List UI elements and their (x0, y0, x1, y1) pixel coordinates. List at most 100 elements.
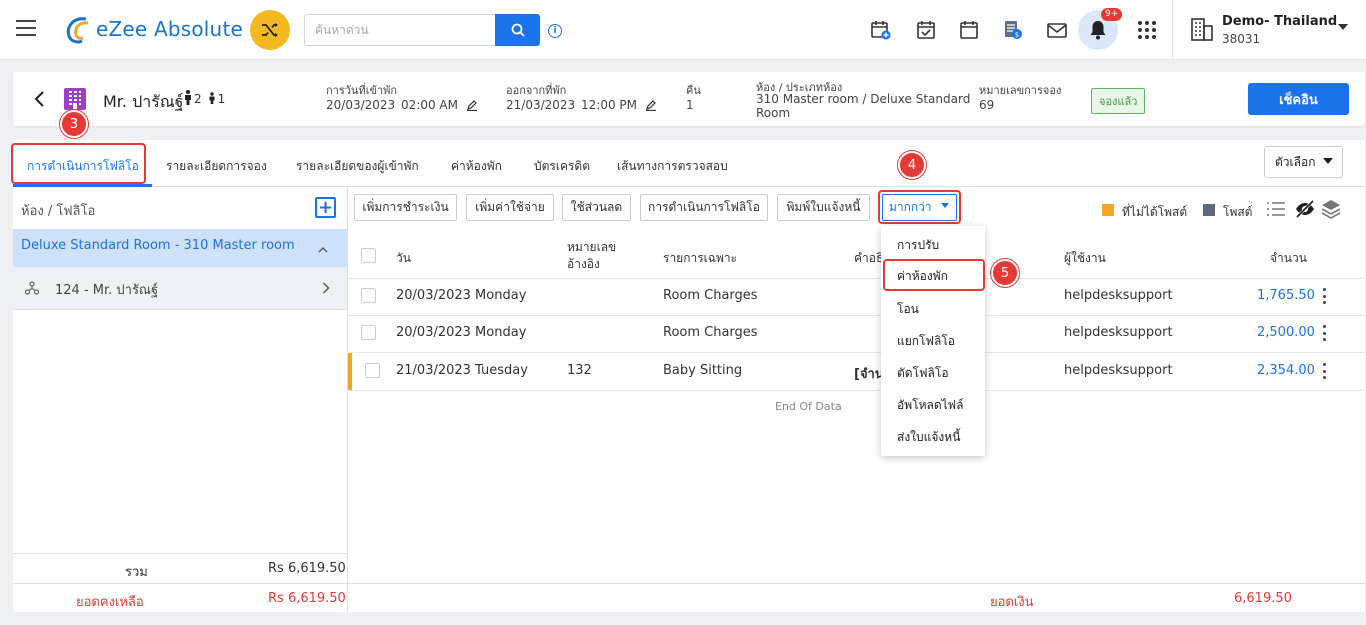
row-particulars: Room Charges (663, 288, 758, 303)
row-date: 20/03/2023 Monday (396, 288, 527, 303)
checkout-datetime[interactable]: 21/03/2023 12:00 PM (506, 98, 657, 112)
active-tab-indicator (13, 184, 152, 187)
row-user: helpdesksupport (1064, 325, 1173, 340)
layers-icon[interactable] (1321, 198, 1341, 224)
row-checkbox[interactable] (361, 325, 376, 340)
menu-item-adjustment[interactable]: การปรับ (897, 236, 939, 255)
checkout-time: 12:00 PM (581, 98, 637, 112)
checkin-button[interactable]: เช็คอิน (1248, 83, 1349, 115)
row-particulars: Room Charges (663, 325, 758, 340)
calendar-icon[interactable] (958, 19, 980, 41)
room-name: Deluxe Standard Room - 310 Master room (21, 238, 295, 253)
column-header-description: คำอธิ (854, 251, 884, 265)
edit-pencil-icon (466, 100, 477, 111)
calendar-check-icon[interactable] (915, 19, 937, 41)
posted-legend-swatch (1203, 204, 1215, 216)
chevron-up-icon[interactable] (318, 244, 328, 254)
status-badge: จองแล้ว (1091, 88, 1146, 114)
divider (1172, 0, 1173, 60)
app-name: eZee Absolute (96, 17, 243, 41)
shuffle-button[interactable] (250, 10, 290, 50)
svg-text:$: $ (1015, 31, 1019, 39)
print-invoice-button[interactable]: พิมพ์ใบแจ้งหนี้ (777, 194, 870, 221)
row-user: helpdesksupport (1064, 363, 1173, 378)
tab-room-charges[interactable]: ค่าห้องพัก (451, 157, 502, 176)
folio-tree-icon (24, 281, 40, 295)
add-payment-button[interactable]: เพิ่มการชำระเงิน (354, 194, 457, 221)
search-button[interactable] (495, 14, 540, 46)
menu-item-cut-folio[interactable]: ตัดโฟลิโอ (897, 364, 949, 383)
menu-item-send-invoice[interactable]: ส่งใบแจ้งหนี้ (897, 428, 960, 447)
menu-item-transfer[interactable]: โอน (897, 300, 919, 319)
divider (348, 583, 1365, 584)
checkin-label: การวันที่เข้าพัก (326, 84, 398, 97)
divider (13, 583, 347, 584)
menu-item-upload-file[interactable]: อัพโหลดไฟล์ (897, 396, 964, 415)
checkout-label: ออกจากที่พัก (506, 84, 567, 97)
row-amount[interactable]: 1,765.50 (1257, 288, 1315, 303)
row-checkbox[interactable] (361, 288, 376, 303)
tab-credit-card[interactable]: บัตรเครดิต (534, 157, 590, 176)
info-icon[interactable]: i (548, 24, 562, 38)
checkin-datetime[interactable]: 20/03/2023 02:00 AM (326, 98, 478, 112)
property-name[interactable]: Demo- Thailand (1222, 14, 1337, 29)
list-view-icon[interactable] (1266, 201, 1286, 221)
room-folio-header: ห้อง / โฟลิโอ (21, 204, 96, 219)
tab-guest-details[interactable]: รายละเอียดของผู้เข้าพัก (296, 157, 419, 176)
booking-number-label: หมายเลขการจอง (979, 84, 1062, 97)
folio-operations-button[interactable]: การดำเนินการโฟลิโอ (640, 194, 768, 221)
divider (13, 553, 347, 554)
ezee-logo-icon (64, 16, 94, 44)
column-divider (347, 187, 348, 612)
guest-name: Mr. ปารัณฐ์ (103, 92, 184, 111)
booking-number: 69 (979, 98, 995, 112)
invoice-dollar-icon[interactable]: $ (1002, 19, 1024, 41)
step-marker-4: 4 (898, 151, 926, 179)
row-date: 20/03/2023 Monday (396, 325, 527, 340)
building-icon (1190, 16, 1214, 42)
chevron-right-icon[interactable] (322, 282, 330, 294)
row-date: 21/03/2023 Tuesday (396, 363, 528, 378)
child-icon (209, 92, 215, 104)
balance-label: ยอดคงเหลือ (76, 595, 144, 610)
bell-icon (1090, 21, 1106, 40)
mail-icon[interactable] (1046, 19, 1068, 41)
menu-item-split-folio[interactable]: แยกโฟลิโอ (897, 332, 955, 351)
calendar-add-icon[interactable] (870, 19, 892, 41)
checkin-date: 20/03/2023 (326, 98, 396, 112)
row-amount[interactable]: 2,500.00 (1257, 325, 1315, 340)
row-amount[interactable]: 2,354.00 (1257, 363, 1315, 378)
quick-search-input[interactable] (304, 14, 496, 46)
footer-balance-label: ยอดเงิน (990, 595, 1034, 610)
column-header-particulars: รายการเฉพาะ (663, 251, 738, 265)
row-more-icon[interactable] (1323, 363, 1327, 379)
search-icon (511, 23, 525, 37)
tab-audit-trail[interactable]: เส้นทางการตรวจสอบ (617, 157, 728, 176)
shuffle-icon (262, 23, 278, 37)
row-divider (348, 315, 1365, 316)
row-more-icon[interactable] (1323, 288, 1327, 304)
unposted-legend-swatch (1102, 204, 1114, 216)
apply-discount-button[interactable]: ใช้ส่วนลด (562, 194, 631, 221)
column-header-ref-line2: อ้างอิง (567, 257, 600, 271)
chevron-down-icon[interactable] (1338, 24, 1348, 30)
footer-balance-value: 6,619.50 (1234, 591, 1292, 606)
adult-count: 2 (194, 92, 202, 106)
back-arrow-icon[interactable] (32, 90, 46, 108)
column-header-user: ผู้ใช้งาน (1064, 251, 1106, 265)
room-type-line2: Room (756, 106, 791, 120)
tab-booking-details[interactable]: รายละเอียดการจอง (166, 157, 267, 176)
add-folio-button[interactable]: + (315, 197, 336, 218)
menu-icon[interactable] (16, 20, 36, 38)
add-charge-button[interactable]: เพิ่มค่าใช้จ่าย (466, 194, 554, 221)
select-all-checkbox[interactable] (361, 248, 376, 263)
row-more-icon[interactable] (1323, 325, 1327, 341)
row-checkbox[interactable] (365, 363, 380, 378)
table-header-divider (348, 278, 1365, 279)
apps-grid-icon[interactable] (1138, 21, 1156, 39)
hide-eye-icon[interactable] (1294, 199, 1316, 223)
caret-down-icon (941, 203, 949, 208)
child-count: 1 (217, 92, 226, 106)
row-user: helpdesksupport (1064, 288, 1173, 303)
column-header-date: วัน (396, 251, 411, 265)
